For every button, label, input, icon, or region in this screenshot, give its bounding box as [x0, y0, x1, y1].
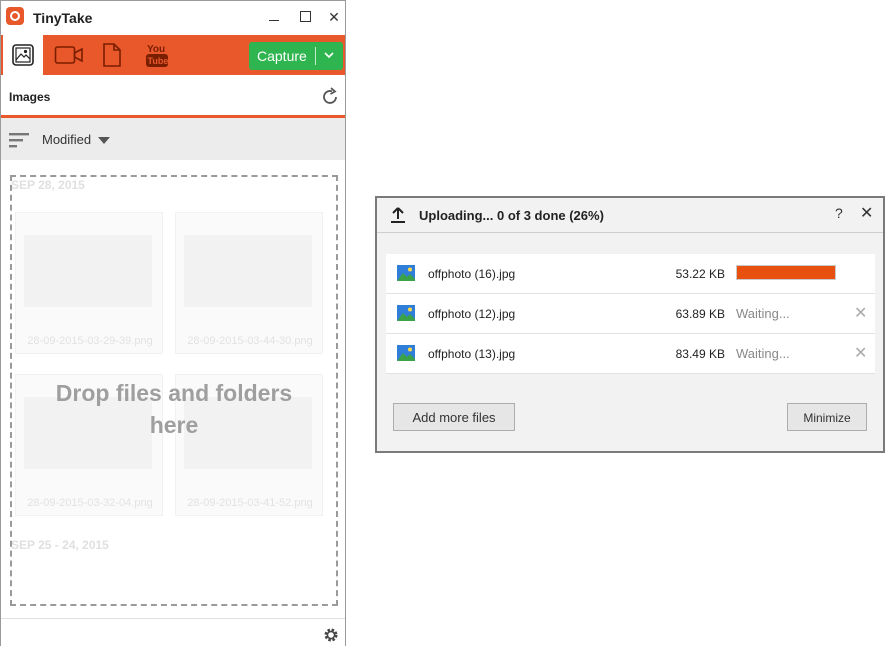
upload-file-row: offphoto (13).jpg 83.49 KB Waiting... ✕ [386, 334, 875, 374]
refresh-icon[interactable] [319, 86, 341, 108]
maximize-window-button[interactable] [294, 7, 316, 27]
youtube-you-text: You [147, 44, 165, 55]
capture-toolbar: You Tube Capture [1, 35, 345, 75]
drop-zone[interactable]: Drop files and folders here [10, 175, 338, 606]
capture-label: Capture [257, 48, 307, 64]
app-title: TinyTake [33, 10, 93, 26]
video-camera-icon [54, 46, 83, 64]
drop-zone-text: Drop files and folders here [55, 380, 293, 438]
document-icon [103, 43, 121, 67]
upload-file-row: offphoto (16).jpg 53.22 KB [386, 254, 875, 294]
minimize-window-button[interactable] [263, 7, 285, 27]
capture-button[interactable]: Capture [249, 42, 343, 70]
capture-separator [315, 47, 316, 65]
footer-bar [1, 618, 345, 648]
youtube-tube-text: Tube [148, 56, 169, 66]
file-size: 53.22 KB [675, 267, 725, 281]
file-status: Waiting... [736, 346, 790, 361]
upload-file-list: offphoto (16).jpg 53.22 KB offphoto (12)… [386, 254, 875, 374]
chevron-down-icon[interactable] [321, 46, 337, 64]
file-status: Waiting... [736, 306, 790, 321]
gear-icon[interactable] [323, 627, 339, 643]
upload-file-row: offphoto (12).jpg 63.89 KB Waiting... ✕ [386, 294, 875, 334]
upload-status-title: Uploading... 0 of 3 done (26%) [419, 208, 604, 223]
tinytake-window: TinyTake ✕ You Tube Capture Images Modif… [0, 0, 346, 648]
file-name: offphoto (16).jpg [428, 267, 516, 281]
sort-bar: Modified [1, 118, 345, 160]
upload-icon [391, 207, 405, 223]
upload-dialog-header: Uploading... 0 of 3 done (26%) ? ✕ [377, 198, 883, 233]
upload-progress-bar [736, 265, 836, 280]
minimize-button[interactable]: Minimize [787, 403, 867, 431]
upload-dialog: Uploading... 0 of 3 done (26%) ? ✕ offph… [375, 196, 885, 453]
sort-dropdown[interactable]: Modified [42, 132, 91, 147]
title-bar: TinyTake ✕ [1, 1, 345, 33]
upload-progress-fill [737, 266, 835, 279]
image-file-icon [397, 265, 415, 281]
close-window-button[interactable]: ✕ [323, 7, 345, 27]
remove-file-button[interactable]: ✕ [854, 343, 867, 363]
file-size: 83.49 KB [675, 347, 725, 361]
file-size: 63.89 KB [675, 307, 725, 321]
section-header: Images [1, 77, 345, 118]
tab-youtube[interactable]: You Tube [138, 35, 176, 75]
tab-video[interactable] [50, 35, 88, 75]
section-title: Images [9, 90, 51, 104]
help-button[interactable]: ? [835, 205, 843, 221]
image-file-icon [397, 305, 415, 321]
file-name: offphoto (13).jpg [428, 347, 516, 361]
file-name: offphoto (12).jpg [428, 307, 516, 321]
caret-down-icon[interactable] [98, 137, 110, 144]
sort-icon[interactable] [9, 132, 31, 148]
tab-images[interactable] [3, 35, 43, 75]
close-dialog-button[interactable]: ✕ [860, 203, 873, 223]
youtube-icon: You Tube [146, 44, 169, 67]
remove-file-button[interactable]: ✕ [854, 303, 867, 323]
add-more-files-button[interactable]: Add more files [393, 403, 515, 431]
image-file-icon [397, 345, 415, 361]
tinytake-logo-icon [6, 7, 24, 25]
tab-documents[interactable] [93, 35, 131, 75]
image-gallery: SEP 28, 2015 28-09-2015-03-29-39.png 28-… [1, 160, 345, 618]
image-icon [12, 44, 34, 66]
